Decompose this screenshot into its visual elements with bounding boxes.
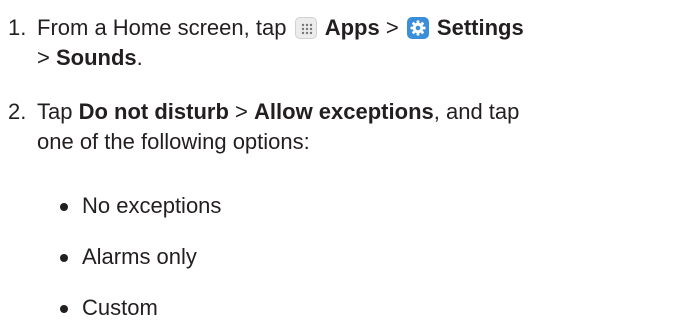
- list-item: Custom: [60, 293, 158, 323]
- separator: >: [37, 45, 50, 70]
- instructions: 1. From a Home screen, tap Apps > Settin…: [0, 0, 681, 333]
- settings-gear-icon: [406, 17, 429, 39]
- step-text: Tap Do not disturb > Allow exceptions, a…: [37, 97, 674, 157]
- step-2: 2. Tap Do not disturb > Allow exceptions…: [4, 97, 674, 157]
- sounds-label: Sounds: [55, 45, 137, 70]
- settings-label: Settings: [436, 15, 524, 40]
- step-number: 1.: [8, 15, 27, 40]
- step-number: 2.: [8, 99, 27, 124]
- apps-grid-icon: [294, 17, 317, 39]
- bullet-dot: [60, 305, 68, 313]
- allow-exceptions-label: Allow exceptions: [254, 99, 434, 124]
- option-label: Alarms only: [82, 244, 197, 269]
- step-text-middle: , and tap: [433, 99, 520, 124]
- bullet-dot: [60, 254, 68, 262]
- period: .: [136, 45, 143, 70]
- step-text-tail: one of the following options:: [37, 129, 310, 154]
- separator: >: [235, 99, 248, 124]
- list-item: Alarms only: [60, 242, 197, 272]
- step-1: 1. From a Home screen, tap Apps > Settin…: [4, 13, 674, 73]
- step-text: From a Home screen, tap Apps > Settings …: [37, 13, 674, 73]
- option-label: Custom: [82, 295, 158, 320]
- separator: >: [385, 15, 399, 40]
- bullet-dot: [60, 203, 68, 211]
- list-item: No exceptions: [60, 191, 221, 221]
- option-label: No exceptions: [82, 193, 222, 218]
- do-not-disturb-label: Do not disturb: [78, 99, 229, 124]
- step-text-lead: Tap: [37, 99, 73, 124]
- step-text-lead: From a Home screen, tap: [37, 15, 287, 40]
- apps-label: Apps: [324, 15, 380, 40]
